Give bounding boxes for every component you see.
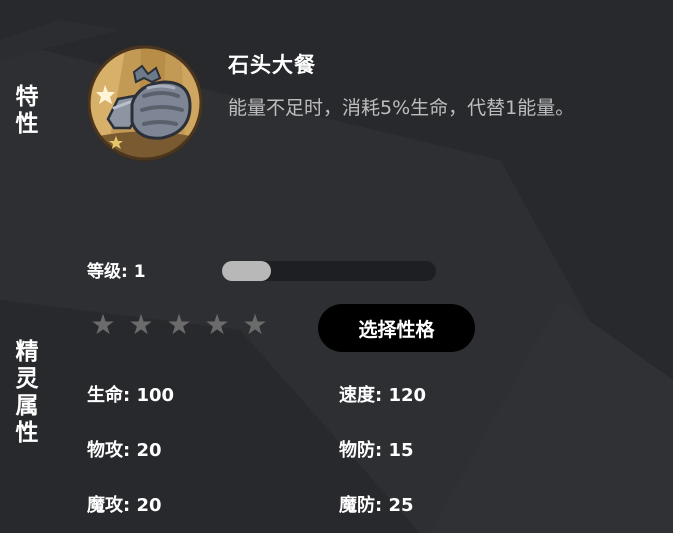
stat-speed: 速度: 120 xyxy=(339,385,427,406)
trait-section-label: 特 性 xyxy=(12,84,42,138)
star-icon: ★ xyxy=(204,308,230,341)
attributes-label-char: 属 xyxy=(15,393,39,419)
trait-label-char: 特 xyxy=(15,84,39,110)
stat-mag-atk: 魔攻: 20 xyxy=(87,495,162,516)
star-icon: ★ xyxy=(166,308,192,341)
stat-phys-atk: 物攻: 20 xyxy=(87,440,162,461)
attributes-section-label: 精 灵 属 性 xyxy=(12,339,42,447)
stat-mag-def: 魔防: 25 xyxy=(339,495,414,516)
stone-meal-icon xyxy=(87,45,203,161)
attributes-label-char: 性 xyxy=(15,420,39,446)
level-label: 等级: 1 xyxy=(87,262,146,282)
spirit-detail-panel: 特 性 精 灵 属 性 石头大餐 能量不足时，消耗5%生命，代替1能量。 等级:… xyxy=(0,0,673,533)
star-icon: ★ xyxy=(128,308,154,341)
level-progress-bar xyxy=(222,261,436,281)
stat-hp: 生命: 100 xyxy=(87,385,175,406)
star-icon: ★ xyxy=(242,308,268,341)
trait-description: 能量不足时，消耗5%生命，代替1能量。 xyxy=(228,97,575,119)
star-icon: ★ xyxy=(90,308,116,341)
stat-phys-def: 物防: 15 xyxy=(339,440,414,461)
level-progress-fill xyxy=(222,261,272,281)
attributes-label-char: 精 xyxy=(15,339,39,365)
select-nature-button[interactable]: 选择性格 xyxy=(318,304,475,352)
trait-name: 石头大餐 xyxy=(228,53,316,77)
trait-label-char: 性 xyxy=(15,111,39,137)
star-rating: ★ ★ ★ ★ ★ xyxy=(89,308,269,342)
attributes-label-char: 灵 xyxy=(15,366,39,392)
